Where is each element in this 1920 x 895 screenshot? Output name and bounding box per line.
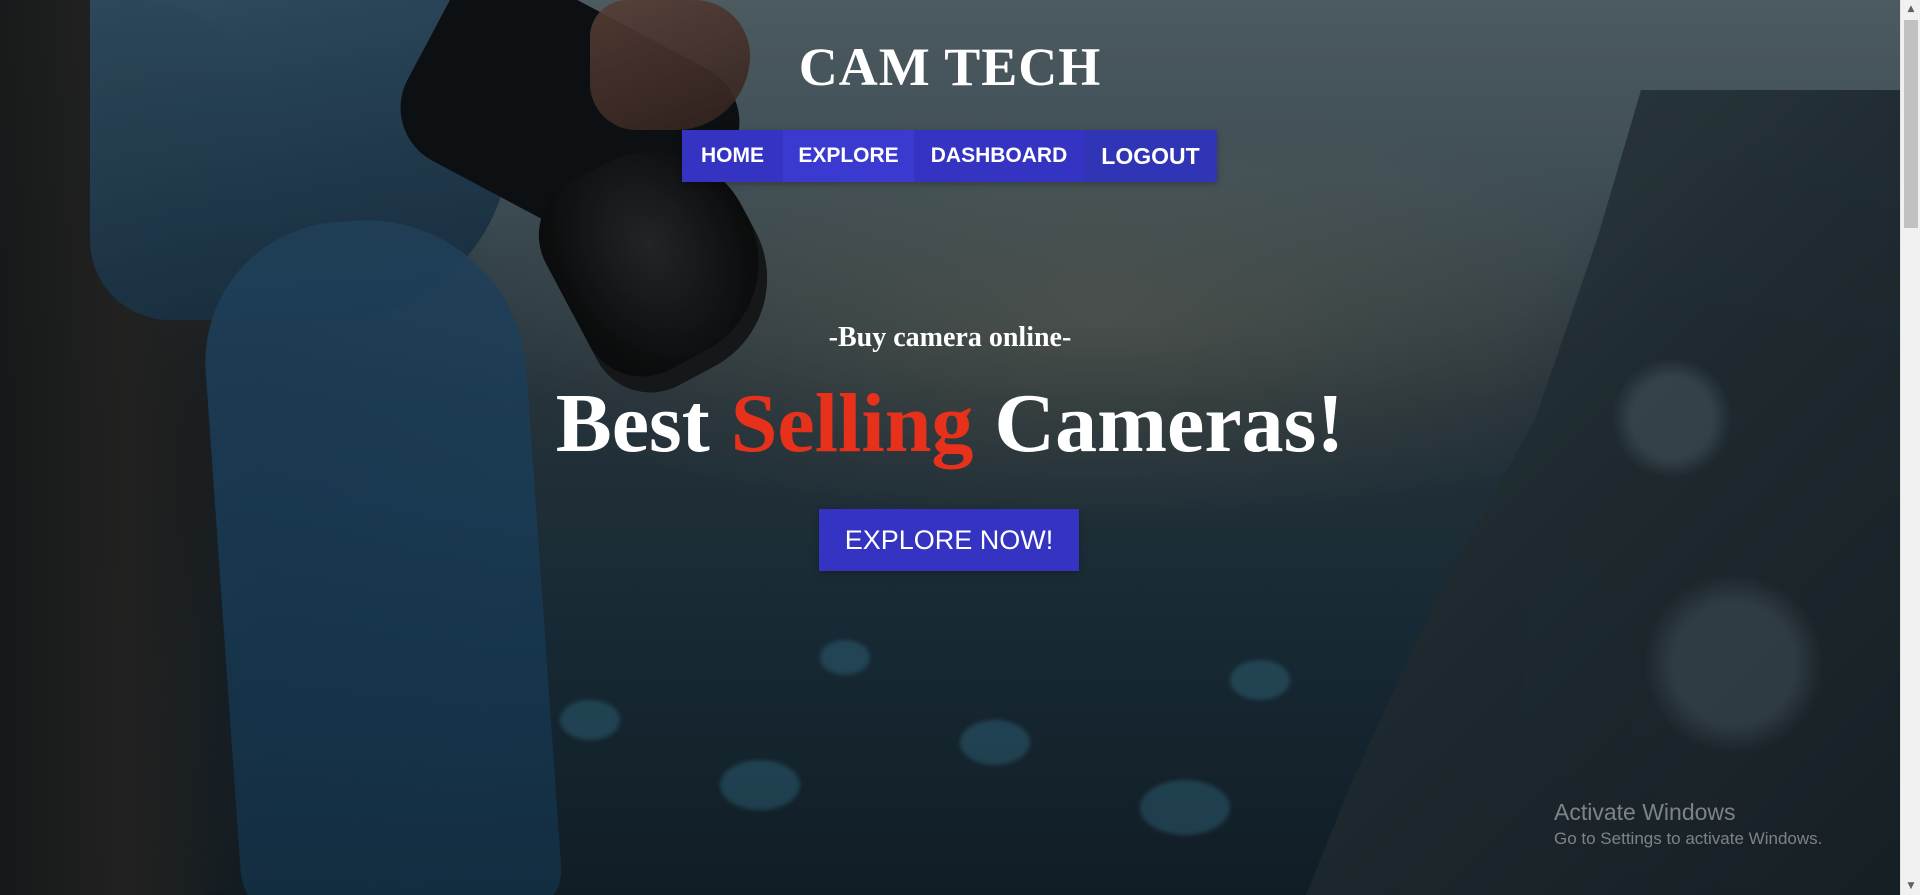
nav-dashboard-button[interactable]: DASHBOARD	[914, 130, 1084, 182]
page: CAM TECH HOME EXPLORE DASHBOARD LOGOUT -…	[0, 0, 1920, 895]
explore-now-button[interactable]: EXPLORE NOW!	[819, 509, 1079, 571]
nav-logout-button[interactable]: LOGOUT	[1084, 130, 1217, 182]
vertical-scrollbar[interactable]: ▲ ▼	[1900, 0, 1920, 895]
scroll-down-arrow-icon[interactable]: ▼	[1901, 877, 1920, 895]
hero-headline: Best Selling Cameras!	[0, 374, 1900, 474]
main-nav: HOME EXPLORE DASHBOARD LOGOUT	[682, 130, 1217, 182]
watermark-title: Activate Windows	[1554, 799, 1736, 825]
nav-home-button[interactable]: HOME	[682, 130, 783, 182]
headline-part-2: Cameras!	[973, 377, 1345, 470]
watermark-subtitle: Go to Settings to activate Windows.	[1554, 829, 1823, 848]
nav-explore-button[interactable]: EXPLORE	[783, 130, 914, 182]
site-title: CAM TECH	[798, 37, 1102, 97]
scrollbar-thumb[interactable]	[1904, 20, 1918, 228]
headline-part-1: Best	[555, 377, 731, 470]
hero-tagline: -Buy camera online-	[828, 322, 1072, 353]
windows-activation-watermark: Activate Windows Go to Settings to activ…	[1554, 798, 1822, 852]
headline-accent: Selling	[730, 377, 974, 470]
scroll-up-arrow-icon[interactable]: ▲	[1901, 0, 1920, 18]
